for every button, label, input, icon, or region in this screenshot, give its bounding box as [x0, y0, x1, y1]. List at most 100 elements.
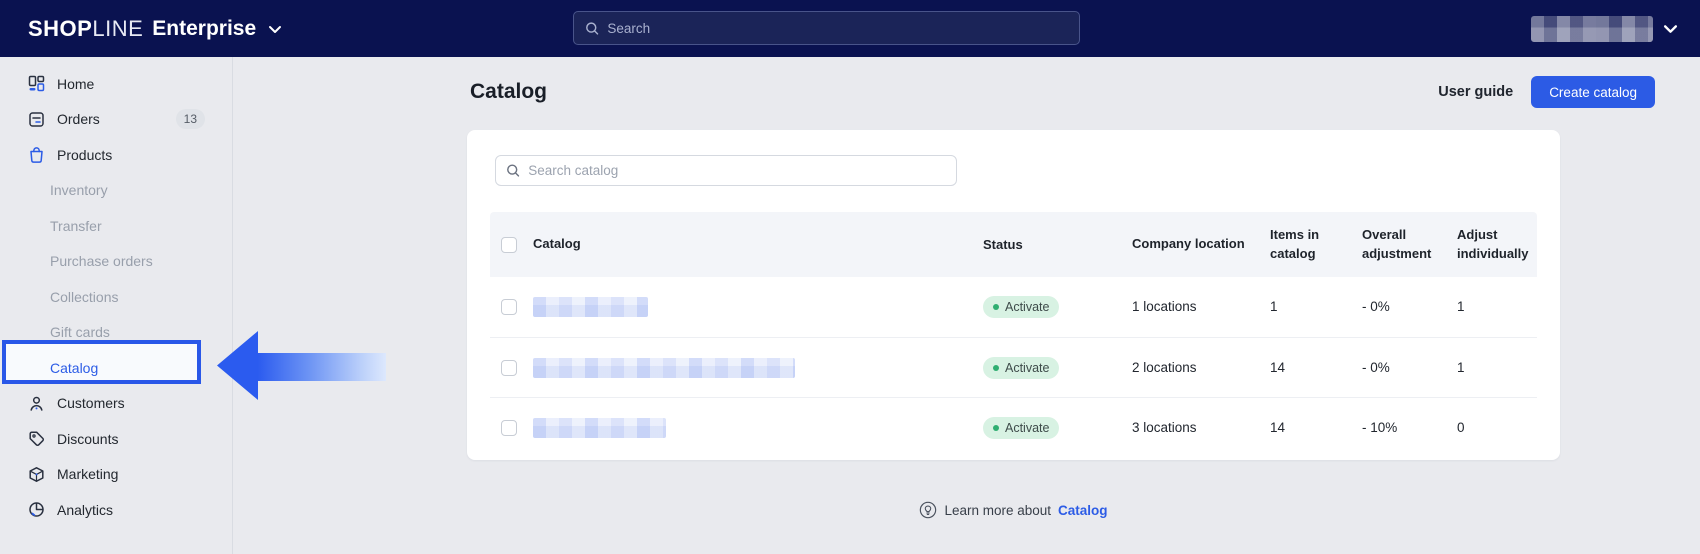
catalog-card: Catalog Status Company location Items in… — [467, 130, 1560, 460]
catalog-name-redacted — [533, 417, 666, 438]
search-icon — [507, 164, 520, 177]
annotation-arrow-icon — [217, 331, 386, 400]
page-header-actions: User guide Create catalog — [1438, 76, 1655, 108]
sidebar-item-label: Products — [57, 146, 113, 163]
brand-enterprise: Enterprise — [152, 16, 257, 40]
sidebar-item-label: Catalog — [50, 359, 99, 376]
page-title: Catalog — [470, 80, 548, 103]
sidebar-item-catalog[interactable]: Catalog — [0, 350, 232, 386]
cell-items-in-catalog: 1 — [1270, 299, 1278, 315]
sidebar-item-label: Transfer — [50, 217, 102, 234]
sidebar-item-collections[interactable]: Collections — [0, 279, 232, 315]
user-guide-link[interactable]: User guide — [1438, 84, 1513, 100]
cell-overall-adjustment: - 10% — [1362, 419, 1398, 435]
orders-count-badge: 13 — [175, 109, 205, 130]
status-dot-icon — [993, 364, 999, 371]
table-header-row: Catalog Status Company location Items in… — [490, 212, 1537, 277]
home-icon — [28, 75, 45, 92]
sidebar-item-purchase-orders[interactable]: Purchase orders — [0, 244, 232, 280]
status-badge: Activate — [983, 296, 1060, 318]
column-header-items-in-catalog: Items in catalog — [1270, 226, 1320, 261]
row-checkbox[interactable] — [501, 299, 517, 315]
catalog-name-redacted — [533, 357, 795, 378]
cell-company-location: 3 locations — [1132, 419, 1197, 435]
column-header-overall-adjustment: Overall adjustment — [1362, 226, 1432, 261]
select-all-checkbox[interactable] — [501, 236, 517, 253]
status-label: Activate — [1005, 420, 1050, 435]
sidebar-item-label: Analytics — [57, 501, 114, 518]
brand-shop: SHOP — [28, 15, 93, 41]
brand-logo[interactable]: SHOP LINE Enterprise — [28, 0, 282, 57]
learn-more-catalog-link[interactable]: Catalog — [1058, 503, 1108, 518]
cell-company-location: 1 locations — [1132, 299, 1197, 315]
orders-icon — [28, 111, 45, 128]
cell-overall-adjustment: - 0% — [1362, 299, 1390, 315]
account-menu[interactable] — [1531, 0, 1678, 57]
table-row[interactable]: Activate 2 locations 14 - 0% 1 — [490, 337, 1537, 397]
cell-company-location: 2 locations — [1132, 359, 1197, 375]
row-checkbox[interactable] — [501, 359, 517, 376]
learn-more: Learn more about Catalog — [467, 501, 1560, 519]
sidebar: Home Orders 13 Products Inventory Transf… — [0, 57, 233, 554]
sidebar-item-home[interactable]: Home — [0, 66, 232, 102]
products-icon — [28, 146, 45, 164]
catalog-search-input[interactable] — [528, 163, 946, 178]
sidebar-item-inventory[interactable]: Inventory — [0, 173, 232, 209]
cell-adjust-individually: 1 — [1457, 359, 1465, 375]
cell-overall-adjustment: - 0% — [1362, 359, 1390, 375]
sidebar-item-analytics[interactable]: Analytics — [0, 492, 232, 528]
sidebar-item-label: Gift cards — [50, 324, 110, 341]
sidebar-item-customers[interactable]: Customers — [0, 386, 232, 422]
create-catalog-button[interactable]: Create catalog — [1531, 76, 1655, 108]
cell-items-in-catalog: 14 — [1270, 419, 1286, 435]
sidebar-item-marketing[interactable]: Marketing — [0, 457, 232, 493]
sidebar-item-transfer[interactable]: Transfer — [0, 208, 232, 244]
sidebar-nav: Home Orders 13 Products Inventory Transf… — [0, 57, 232, 528]
marketing-icon — [28, 466, 45, 483]
account-chevron-down-icon[interactable] — [1663, 23, 1678, 34]
column-header-company-location: Company location — [1132, 236, 1245, 252]
column-header-adjust-individually: Adjust individually — [1457, 226, 1529, 261]
search-icon — [586, 21, 599, 35]
topbar-search[interactable] — [573, 11, 1080, 45]
status-label: Activate — [1005, 300, 1050, 314]
topbar: SHOP LINE Enterprise — [0, 0, 1700, 57]
row-checkbox[interactable] — [501, 419, 517, 436]
brand-chevron-down-icon[interactable] — [268, 24, 282, 34]
cell-adjust-individually: 0 — [1457, 419, 1465, 435]
sidebar-item-label: Marketing — [57, 466, 119, 483]
discounts-icon — [28, 430, 45, 447]
cell-adjust-individually: 1 — [1457, 299, 1465, 315]
sidebar-item-label: Orders — [57, 111, 100, 128]
status-dot-icon — [993, 304, 999, 310]
sidebar-item-label: Collections — [50, 288, 119, 305]
lightbulb-icon — [920, 501, 937, 519]
brand-line: LINE — [92, 15, 144, 41]
learn-more-text: Learn more about — [944, 502, 1052, 518]
status-dot-icon — [993, 424, 999, 431]
catalog-name-redacted — [533, 297, 648, 318]
sidebar-item-label: Inventory — [50, 182, 108, 199]
table-row[interactable]: Activate 3 locations 14 - 10% 0 — [490, 397, 1537, 457]
account-name-redacted — [1531, 15, 1653, 42]
sidebar-item-label: Discounts — [57, 430, 119, 447]
status-badge: Activate — [983, 356, 1060, 379]
column-header-status: Status — [983, 237, 1023, 252]
catalog-search[interactable] — [495, 155, 957, 186]
sidebar-item-label: Customers — [57, 395, 125, 412]
catalog-table: Catalog Status Company location Items in… — [490, 212, 1537, 457]
sidebar-item-gift-cards[interactable]: Gift cards — [0, 315, 232, 351]
column-header-catalog: Catalog — [533, 236, 581, 252]
sidebar-item-label: Home — [57, 75, 95, 92]
cell-items-in-catalog: 14 — [1270, 359, 1286, 375]
sidebar-item-label: Purchase orders — [50, 253, 153, 270]
customers-icon — [28, 395, 45, 412]
table-row[interactable]: Activate 1 locations 1 - 0% 1 — [490, 277, 1537, 337]
analytics-icon — [28, 501, 45, 518]
sidebar-item-discounts[interactable]: Discounts — [0, 421, 232, 457]
status-label: Activate — [1005, 360, 1050, 375]
status-badge: Activate — [983, 416, 1060, 439]
sidebar-item-orders[interactable]: Orders 13 — [0, 102, 232, 138]
topbar-search-input[interactable] — [607, 20, 1068, 36]
sidebar-item-products[interactable]: Products — [0, 137, 232, 173]
